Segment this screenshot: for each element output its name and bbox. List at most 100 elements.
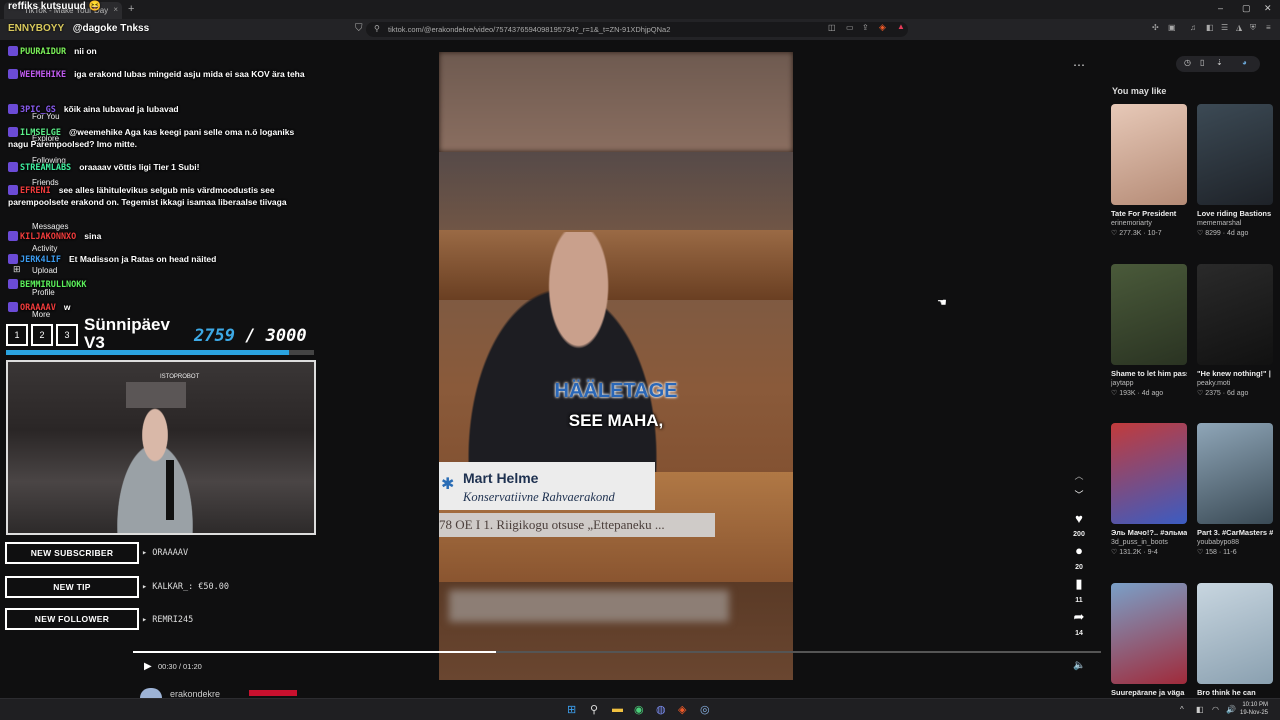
chat-text: w <box>63 302 71 312</box>
tab-close-icon[interactable]: × <box>113 5 118 14</box>
brave-shield-icon[interactable]: ◈ <box>879 22 886 33</box>
caption-line-1: HÄÄLETAGE <box>554 380 678 402</box>
nav-upload[interactable]: Upload <box>32 266 57 275</box>
chat-user: JERK4LIF <box>20 255 61 265</box>
volume-tray-icon[interactable]: 🔊 <box>1226 705 1236 714</box>
video-title[interactable]: Bro think he can <box>1197 688 1273 698</box>
video-player[interactable]: HÄÄLETAGE SEE MAHA, ✱ Mart Helme Konserv… <box>439 52 793 680</box>
search-icon[interactable]: ⚲ <box>590 703 598 716</box>
webcam-shelf <box>126 382 186 408</box>
video-progress-bar[interactable] <box>133 651 1101 653</box>
bookmark-icon[interactable]: ⛉ <box>355 23 363 34</box>
video-title[interactable]: Tate For President <box>1111 209 1187 219</box>
recommended-video[interactable]: Bro think he can <box>1197 583 1273 698</box>
new-subscriber-label: NEW SUBSCRIBER <box>5 542 139 564</box>
sidebar-icon[interactable]: ◧ <box>1206 23 1214 32</box>
spotify-icon[interactable]: ◉ <box>634 703 644 716</box>
video-thumbnail[interactable] <box>1197 264 1273 365</box>
menu-icon[interactable]: ≡ <box>1266 23 1271 32</box>
video-thumbnail[interactable] <box>1197 423 1273 524</box>
video-author[interactable]: mememarshal <box>1197 219 1273 229</box>
chat-message: JERK4LIF Et Madisson ja Ratas on head näi… <box>8 254 308 266</box>
more-options-icon[interactable]: ⋯ <box>1073 58 1085 72</box>
cast-icon[interactable]: ▭ <box>846 23 854 32</box>
chat-user: STREAMLABS <box>20 163 72 173</box>
extensions-puzzle-icon[interactable]: ✣ <box>1152 23 1159 32</box>
steam-icon[interactable]: ◎ <box>700 703 710 716</box>
next-video-icon[interactable]: ﹀ <box>1071 488 1087 501</box>
nav-activity[interactable]: Activity <box>32 244 57 253</box>
video-meta: ♡ 158 · 11-6 <box>1197 549 1237 556</box>
blur-bar <box>449 590 729 622</box>
video-thumbnail[interactable] <box>1111 264 1187 365</box>
tiktok-toolbar: ◷ ▯ ⇣ ◕ <box>1176 56 1260 72</box>
video-thumbnail[interactable] <box>1111 583 1187 684</box>
file-explorer-icon[interactable]: ▬ <box>612 703 623 715</box>
video-title[interactable]: Love riding Bastions #arcraiders... <box>1197 209 1273 219</box>
share-icon[interactable]: ⇪ <box>862 23 869 32</box>
download-icon[interactable]: ⇣ <box>1216 58 1223 67</box>
comment-icon[interactable]: ● <box>1071 543 1087 558</box>
vpn-icon[interactable]: ◮ <box>1236 23 1242 32</box>
maximize-button[interactable]: ▢ <box>1242 3 1251 14</box>
video-thumbnail[interactable] <box>1111 423 1187 524</box>
media-icon[interactable]: ♫ <box>1190 23 1196 32</box>
recommended-video[interactable]: Part 3. #CarMasters #RustToRiches...youb… <box>1197 423 1273 558</box>
wifi-icon[interactable]: ◠ <box>1212 705 1219 714</box>
video-author[interactable]: youbabypo88 <box>1197 538 1273 548</box>
share-icon[interactable]: ➦ <box>1071 609 1087 625</box>
recommended-video[interactable]: Suurepärane ja väga <box>1111 583 1187 698</box>
bookmark-icon[interactable]: ▮ <box>1071 576 1087 592</box>
discord-icon[interactable]: ◍ <box>656 703 666 716</box>
video-thumbnail[interactable] <box>1197 583 1273 684</box>
video-title[interactable]: "He knew nothing!" | #thomasshelbyedit..… <box>1197 369 1273 379</box>
follow-button[interactable] <box>249 690 297 696</box>
nav-messages[interactable]: Messages <box>32 222 68 231</box>
recommended-video[interactable]: Shame to let him pass, but what a...jayt… <box>1111 264 1187 399</box>
play-icon[interactable]: ▶ <box>144 661 152 672</box>
close-window-button[interactable]: ✕ <box>1264 3 1272 14</box>
start-icon[interactable]: ⊞ <box>567 703 576 716</box>
wallet-icon[interactable]: ▣ <box>1168 23 1176 32</box>
extension-icon[interactable]: ◫ <box>828 23 836 32</box>
video-author[interactable]: erinemoriarty <box>1111 219 1187 229</box>
video-title[interactable]: Part 3. #CarMasters #RustToRiches... <box>1197 528 1273 538</box>
video-author[interactable]: 3d_puss_in_boots <box>1111 538 1187 548</box>
tray-chevron-icon[interactable]: ^ <box>1180 705 1184 714</box>
video-thumbnail[interactable] <box>1111 104 1187 205</box>
new-tab-button[interactable]: + <box>128 3 134 15</box>
streamer <box>100 407 210 533</box>
recommended-video[interactable]: Tate For President erinemoriarty ♡ 277.3K … <box>1111 104 1187 239</box>
new-tip-value: ▸ KALKAR_: €50.00 <box>142 582 230 592</box>
previous-video-icon[interactable]: ︿ <box>1071 469 1087 482</box>
browser-tab-bar: TikTok - Make Your Day × + – ▢ ✕ <box>0 0 1280 19</box>
user-avatar-icon[interactable]: ◕ <box>1242 58 1247 67</box>
chat-text: sina <box>84 231 102 241</box>
video-author[interactable]: jaytapp <box>1111 379 1187 389</box>
like-count: 200 <box>1073 531 1085 538</box>
minimize-button[interactable]: – <box>1218 3 1223 13</box>
site-info-icon[interactable]: ⚲ <box>374 24 380 33</box>
brave-icon[interactable]: ◈ <box>678 703 686 716</box>
video-author[interactable]: peaky.moti <box>1197 379 1273 389</box>
history-icon[interactable]: ◷ <box>1184 58 1191 67</box>
video-thumbnail[interactable] <box>1197 104 1273 205</box>
author-avatar[interactable] <box>140 688 162 698</box>
reading-list-icon[interactable]: ☰ <box>1221 23 1228 32</box>
video-title[interactable]: Эль Мачо!?.. #эльмачо... <box>1111 528 1187 538</box>
like-icon[interactable]: ♥ <box>1071 511 1087 526</box>
shield-icon[interactable]: ⛨ <box>1250 23 1256 33</box>
recommended-video[interactable]: Love riding Bastions #arcraiders...memem… <box>1197 104 1273 239</box>
brave-rewards-icon[interactable]: ▲ <box>897 22 905 31</box>
hand-cursor-icon: ☚ <box>937 297 947 309</box>
volume-icon[interactable]: 🔈 <box>1073 660 1085 671</box>
chat-user: ILMSELGE <box>20 128 61 138</box>
video-title[interactable]: Shame to let him pass, but what a... <box>1111 369 1187 379</box>
recommended-video[interactable]: Эль Мачо!?.. #эльмачо...3d_puss_in_boots… <box>1111 423 1187 558</box>
device-icon[interactable]: ▯ <box>1200 58 1204 67</box>
url-field[interactable]: ⚲ tiktok.com/@erakondekre/video/75743765… <box>366 22 908 37</box>
clock[interactable]: 10:10 PM 19-Nov-25 <box>1240 701 1268 717</box>
tray-app-icon[interactable]: ◧ <box>1196 705 1204 714</box>
video-title[interactable]: Suurepärane ja väga <box>1111 688 1187 698</box>
recommended-video[interactable]: "He knew nothing!" | #thomasshelbyedit..… <box>1197 264 1273 399</box>
